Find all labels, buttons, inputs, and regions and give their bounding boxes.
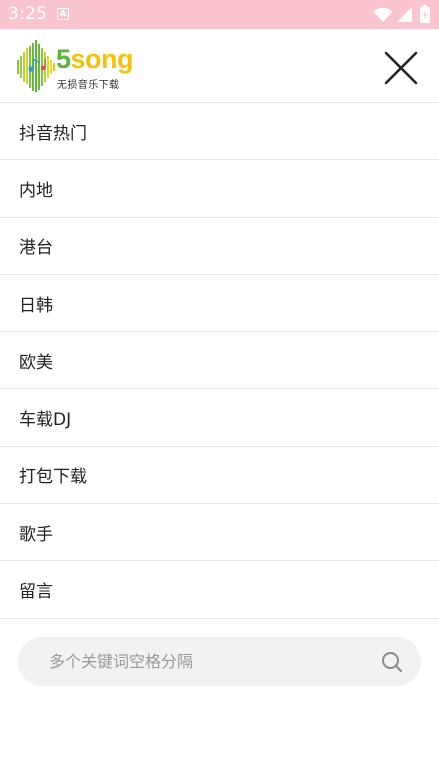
site-logo[interactable]: 5song 无损音乐下载 xyxy=(16,38,148,94)
menu-item-douyin-hot[interactable]: 抖音热门 xyxy=(0,103,439,161)
menu-item-label: 港台 xyxy=(19,238,53,259)
menu-item-hk-taiwan[interactable]: 港台 xyxy=(0,218,439,275)
menu-item-label: 抖音热门 xyxy=(19,123,87,144)
menu-item-japan-korea[interactable]: 日韩 xyxy=(0,275,439,333)
menu-item-label: 车载DJ xyxy=(19,410,72,431)
close-button[interactable] xyxy=(381,48,421,88)
logo-brand: 5song xyxy=(56,43,134,75)
wifi-icon xyxy=(373,7,393,22)
category-menu: 抖音热门 内地 港台 日韩 欧美 车载DJ 打包下载 歌手 留言 xyxy=(0,103,439,619)
close-icon xyxy=(384,51,418,85)
menu-item-label: 欧美 xyxy=(19,352,53,373)
menu-item-label: 歌手 xyxy=(19,524,53,545)
menu-item-mainland[interactable]: 内地 xyxy=(0,160,439,218)
search-bar xyxy=(18,637,421,686)
battery-icon xyxy=(420,5,430,23)
logo-subtitle: 无损音乐下载 xyxy=(57,80,120,91)
menu-item-label: 日韩 xyxy=(19,295,53,316)
header: 5song 无损音乐下载 xyxy=(0,29,439,103)
menu-item-car-dj[interactable]: 车载DJ xyxy=(0,389,439,447)
status-bar: 3:25 A xyxy=(0,0,439,29)
menu-item-western[interactable]: 欧美 xyxy=(0,332,439,390)
equalizer-logo-icon xyxy=(17,40,55,92)
logo-brand-word: song xyxy=(70,44,134,74)
menu-item-message[interactable]: 留言 xyxy=(0,561,439,619)
signal-icon xyxy=(397,7,412,22)
menu-item-label: 打包下载 xyxy=(19,467,87,488)
menu-item-bulk-download[interactable]: 打包下载 xyxy=(0,447,439,505)
menu-item-label: 留言 xyxy=(19,582,53,603)
status-time: 3:25 xyxy=(8,4,47,24)
a-icon: A xyxy=(57,8,69,20)
search-icon[interactable] xyxy=(381,651,403,673)
menu-item-singers[interactable]: 歌手 xyxy=(0,504,439,562)
menu-item-label: 内地 xyxy=(19,180,53,201)
search-input[interactable] xyxy=(18,637,378,686)
logo-brand-digit: 5 xyxy=(56,44,71,74)
